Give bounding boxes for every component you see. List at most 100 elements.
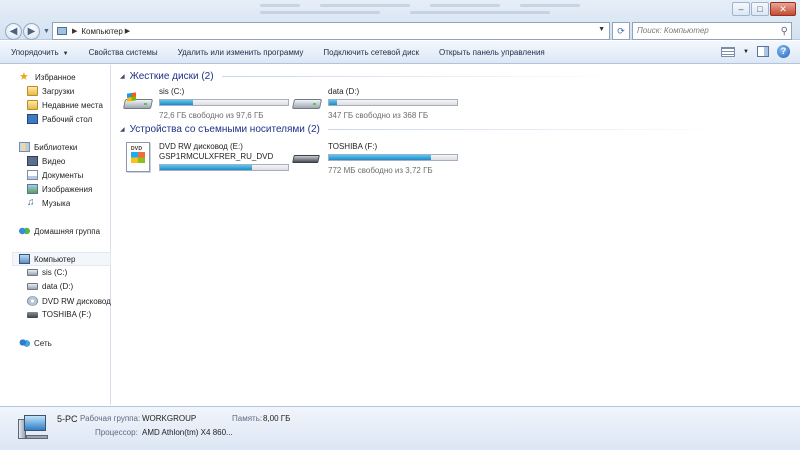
nav-computer[interactable]: Компьютер bbox=[19, 254, 75, 264]
nav-libraries[interactable]: Библиотеки bbox=[19, 142, 77, 152]
drive-usage-fill bbox=[329, 155, 432, 160]
music-note-icon: ♫ bbox=[27, 198, 35, 208]
maximize-button[interactable]: □ bbox=[751, 2, 769, 16]
open-control-panel-button[interactable]: Открыть панель управления bbox=[439, 48, 545, 57]
nav-label: Документы bbox=[42, 170, 84, 180]
dvd-disc-icon: DVD bbox=[126, 142, 150, 172]
drive-usage-bar bbox=[328, 99, 458, 106]
drive-usage-fill bbox=[160, 165, 253, 170]
group-header-removable[interactable]: ◢ Устройства со съемными носителями (2) bbox=[120, 124, 728, 135]
close-button[interactable]: ✕ bbox=[770, 2, 796, 16]
libraries-icon bbox=[19, 142, 30, 152]
nav-drive-d[interactable]: data (D:) bbox=[27, 282, 73, 291]
organize-button[interactable]: Упорядочить ▼ bbox=[11, 48, 69, 57]
documents-library-icon bbox=[27, 170, 38, 180]
change-view-icon[interactable] bbox=[721, 46, 736, 57]
collapse-triangle-icon[interactable]: ◢ bbox=[120, 126, 125, 133]
drive-name: sis (C:) bbox=[159, 87, 185, 96]
hard-drive-icon bbox=[27, 283, 38, 290]
nav-label: Рабочий стол bbox=[42, 114, 93, 124]
refresh-button[interactable]: ⟳ bbox=[612, 22, 630, 40]
group-divider bbox=[221, 76, 622, 77]
nav-label: Музыка bbox=[42, 198, 71, 208]
drive-name: DVD RW дисковод (E:) bbox=[159, 142, 243, 151]
forward-button[interactable]: ▶ bbox=[23, 23, 40, 40]
dvd-drive-icon bbox=[27, 296, 38, 306]
nav-label: Компьютер bbox=[34, 254, 76, 264]
details-pane: 5-PC Рабочая группа: WORKGROUP Память: 8… bbox=[0, 406, 800, 450]
chevron-right-icon[interactable]: ▶ bbox=[125, 27, 130, 35]
drive-tile-c[interactable]: sis (C:) 72,6 ГБ свободно из 97,6 ГБ bbox=[122, 87, 294, 127]
drive-name: data (D:) bbox=[328, 87, 360, 96]
nav-label: TOSHIBA (F:) bbox=[42, 310, 92, 319]
address-bar[interactable]: ▶ Компьютер ▶ ▼ bbox=[52, 22, 610, 40]
drive-usage-bar bbox=[328, 154, 458, 161]
breadcrumb-computer[interactable]: Компьютер bbox=[81, 27, 122, 36]
collapse-triangle-icon[interactable]: ◢ bbox=[120, 73, 125, 80]
map-network-drive-button[interactable]: Подключить сетевой диск bbox=[323, 48, 419, 57]
uninstall-program-button[interactable]: Удалить или изменить программу bbox=[178, 48, 304, 57]
computer-icon bbox=[57, 27, 67, 35]
content-pane: ◢ Жесткие диски (2) sis (C:) 72,6 ГБ сво… bbox=[112, 65, 800, 405]
nav-label: Изображения bbox=[42, 184, 93, 194]
group-title: Устройства со съемными носителями (2) bbox=[129, 124, 320, 135]
nav-drive-e[interactable]: DVD RW дисковод ( bbox=[27, 296, 111, 306]
workgroup-value: WORKGROUP bbox=[142, 414, 197, 423]
drive-tile-d[interactable]: data (D:) 347 ГБ свободно из 368 ГБ bbox=[291, 87, 463, 127]
nav-label: sis (C:) bbox=[42, 268, 68, 277]
processor-value: AMD Athlon(tm) X4 860... bbox=[142, 428, 233, 437]
nav-network[interactable]: Сеть bbox=[19, 338, 52, 348]
nav-downloads[interactable]: Загрузки bbox=[27, 86, 74, 96]
disc-volume-label: GSP1RMCULXFRER_RU_DVD bbox=[159, 152, 274, 161]
nav-label: Видео bbox=[42, 156, 66, 166]
help-icon[interactable]: ? bbox=[777, 45, 790, 58]
usb-drive-icon bbox=[292, 146, 323, 168]
nav-drive-c[interactable]: sis (C:) bbox=[27, 268, 67, 277]
drive-free-space: 772 МБ свободно из 3,72 ГБ bbox=[328, 166, 433, 175]
nav-music[interactable]: ♫ Музыка bbox=[27, 198, 70, 208]
recent-places-icon bbox=[27, 100, 38, 110]
star-icon: ★ bbox=[19, 72, 29, 82]
nav-documents[interactable]: Документы bbox=[27, 170, 83, 180]
system-properties-button[interactable]: Свойства системы bbox=[89, 48, 158, 57]
drive-tile-e[interactable]: DVD DVD RW дисковод (E:) GSP1RMCULXFRER_… bbox=[126, 142, 296, 182]
group-title: Жесткие диски (2) bbox=[129, 71, 214, 82]
nav-label: data (D:) bbox=[42, 282, 74, 291]
group-divider bbox=[327, 129, 728, 130]
windows-logo-icon bbox=[127, 92, 136, 102]
window-controls: – □ ✕ bbox=[732, 2, 796, 16]
nav-label: Загрузки bbox=[42, 86, 75, 96]
downloads-folder-icon bbox=[27, 86, 38, 96]
memory-label: Память: bbox=[232, 414, 263, 423]
back-button[interactable]: ◀ bbox=[5, 23, 22, 40]
search-icon: ⚲ bbox=[780, 26, 788, 37]
nav-drive-f[interactable]: TOSHIBA (F:) bbox=[27, 310, 91, 319]
chevron-right-icon[interactable]: ▶ bbox=[72, 27, 77, 35]
search-input[interactable]: Поиск: Компьютер ⚲ bbox=[632, 22, 792, 40]
minimize-button[interactable]: – bbox=[732, 2, 750, 16]
chevron-down-icon[interactable]: ▼ bbox=[598, 26, 605, 33]
group-header-hard-drives[interactable]: ◢ Жесткие диски (2) bbox=[120, 71, 622, 82]
nav-homegroup[interactable]: Домашняя группа bbox=[19, 226, 100, 236]
title-bar: – □ ✕ ◀ ▶ ▼ ▶ Компьютер ▶ ▼ ⟳ Поиск: Ком… bbox=[0, 0, 800, 40]
video-library-icon bbox=[27, 156, 38, 166]
nav-video[interactable]: Видео bbox=[27, 156, 65, 166]
processor-label: Процессор: bbox=[95, 428, 138, 437]
chevron-down-icon[interactable]: ▼ bbox=[743, 49, 749, 55]
network-icon bbox=[19, 338, 30, 348]
nav-recent-places[interactable]: Недавние места bbox=[27, 100, 103, 110]
hard-drive-icon bbox=[27, 269, 38, 276]
command-bar: Упорядочить ▼ Свойства системы Удалить ил… bbox=[0, 41, 800, 64]
desktop-icon bbox=[27, 114, 38, 124]
preview-pane-icon[interactable] bbox=[757, 46, 769, 57]
recent-pages-dropdown[interactable]: ▼ bbox=[43, 28, 50, 35]
drive-usage-fill bbox=[329, 100, 337, 105]
nav-images[interactable]: Изображения bbox=[27, 184, 92, 194]
nav-label: DVD RW дисковод ( bbox=[42, 296, 111, 306]
drive-usage-fill bbox=[160, 100, 194, 105]
nav-favorites[interactable]: ★ Избранное bbox=[19, 72, 76, 82]
nav-desktop[interactable]: Рабочий стол bbox=[27, 114, 92, 124]
drive-tile-f[interactable]: TOSHIBA (F:) 772 МБ свободно из 3,72 ГБ bbox=[292, 142, 463, 182]
organize-label: Упорядочить bbox=[11, 47, 59, 57]
computer-icon bbox=[18, 413, 48, 441]
